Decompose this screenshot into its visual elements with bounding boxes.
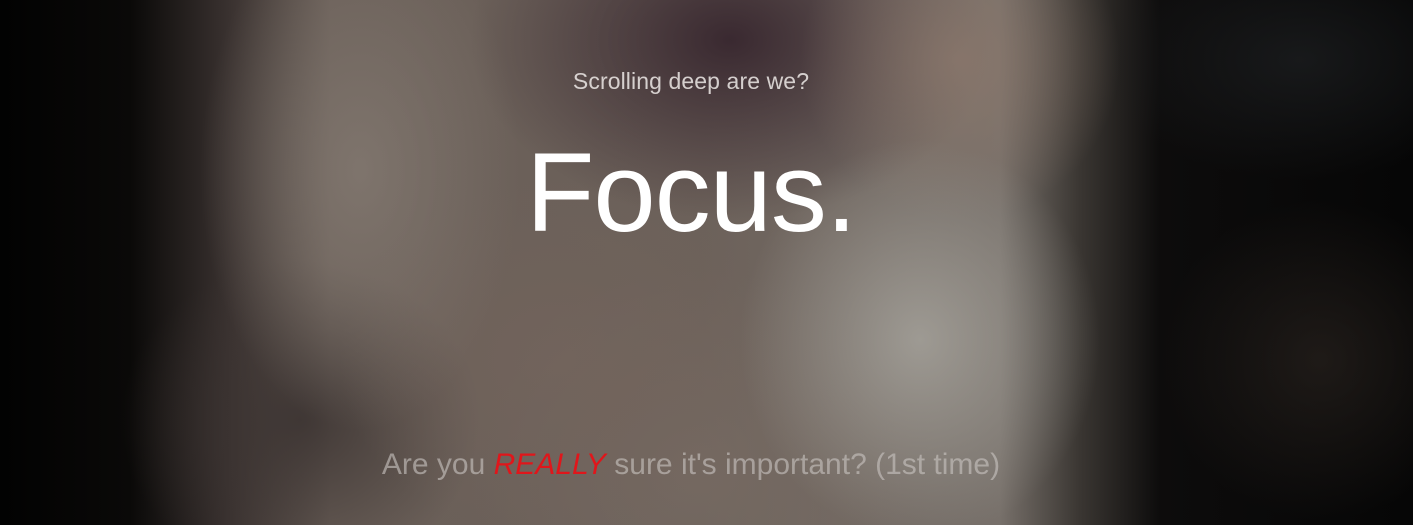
question-prefix: Are you bbox=[381, 448, 494, 481]
overlay-subtitle: Scrolling deep are we? bbox=[572, 68, 810, 94]
question-emphasis: REALLY bbox=[493, 448, 606, 481]
focus-overlay: Scrolling deep are we? Focus. Are you RE… bbox=[0, 0, 1413, 525]
overlay-content: Scrolling deep are we? Focus. Are you RE… bbox=[0, 0, 1413, 525]
question-suffix: sure it's important? (1st time) bbox=[605, 448, 1001, 481]
overlay-question: Are you REALLY sure it's important? (1st… bbox=[0, 448, 1382, 482]
overlay-headline: Focus. bbox=[525, 130, 857, 255]
